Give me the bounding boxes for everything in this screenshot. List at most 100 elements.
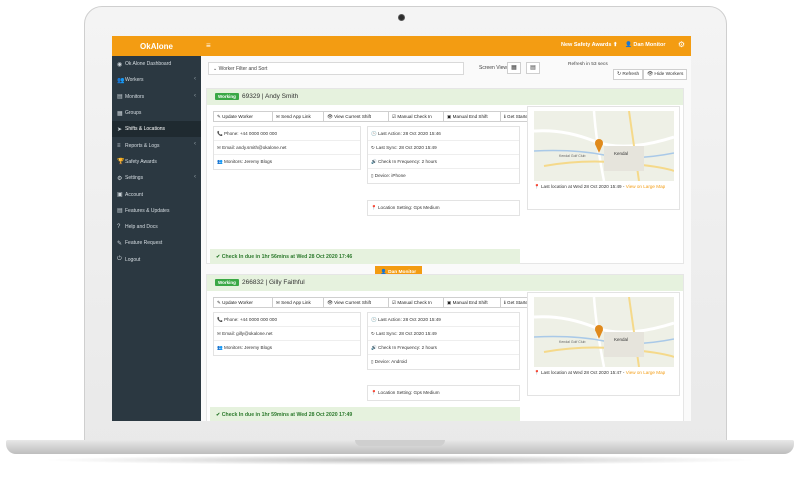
contact-row: 👥 Monitors: Jeremy Blogs (217, 345, 272, 350)
hide-workers-button[interactable]: 👁 Hide Workers (643, 69, 688, 80)
trophy-icon: 🏆 (117, 159, 125, 166)
map-place-label: Kendal (614, 151, 628, 156)
sidebar-item-label: Features & Updates (125, 207, 170, 214)
action-button-0[interactable]: ✎ Update Worker (213, 111, 273, 122)
sidebar-item-monitors[interactable]: ▤ Monitors ‹ (112, 89, 201, 105)
contact-row: 📞 Phone: +44 0000 000 000 (214, 313, 360, 327)
status-row: ▯ Device: Android (371, 359, 407, 364)
sidebar-item-logout[interactable]: ⏻ Logout (112, 252, 201, 268)
sidebar-item-groups[interactable]: ▦ Groups (112, 105, 201, 121)
status-badge: Working (215, 279, 239, 286)
dashboard-icon: ◉ (117, 61, 123, 68)
sidebar-item-help-and-docs[interactable]: ? Help and Docs (112, 219, 201, 235)
view-large-map-link[interactable]: View on Large Map (626, 370, 666, 375)
sidebar-item-settings[interactable]: ⚙ Settings ‹ (112, 170, 201, 186)
sidebar: OkAlone ◉ Ok Alone Dashboard 👥 Workers ‹ ▤ Mon… (112, 36, 201, 421)
features-icon: ▤ (117, 208, 123, 215)
reports-icon: ≡ (117, 142, 121, 149)
safety-awards-link[interactable]: New Safety Awards ⬆ (561, 42, 618, 48)
worker-card: Working 266832 | Gilly Faithful ✎ Update W… (206, 274, 684, 421)
action-button-3[interactable]: ☑ Manual Check In (388, 111, 444, 122)
worker-action-bar: ✎ Update Worker ✉ Send App Link 👁 View Cur… (213, 297, 540, 308)
request-icon: ✎ (117, 240, 123, 247)
sidebar-item-workers[interactable]: 👥 Workers ‹ (112, 72, 201, 88)
sidebar-item-feature-request[interactable]: ✎ Feature Request (112, 235, 201, 251)
users-icon: 👥 (117, 77, 125, 84)
sidebar-item-label: Monitors (125, 93, 145, 100)
gear-icon[interactable]: ⚙ (678, 40, 685, 49)
laptop-notch (355, 440, 445, 446)
app-screen: OkAlone ◉ Ok Alone Dashboard 👥 Workers ‹ ▤ Mon… (112, 36, 691, 421)
contact-row: 📞 Phone: +44 0000 000 000 (214, 127, 360, 141)
menu-toggle-icon[interactable]: ≡ (206, 41, 211, 50)
action-button-2[interactable]: 👁 View Current Shift (323, 297, 389, 308)
action-button-3[interactable]: ☑ Manual Check In (388, 297, 444, 308)
location-map[interactable]: Kendal Kendal Golf Club (534, 297, 674, 367)
sidebar-item-features-updates[interactable]: ▤ Features & Updates (112, 203, 201, 219)
map-caption: 📍 Last location at Wed 28 Oct 2020 15:47… (534, 370, 674, 376)
sidebar-item-label: Reports & Logs (125, 142, 160, 149)
action-button-0[interactable]: ✎ Update Worker (213, 297, 273, 308)
grid-view-button[interactable]: ▦ (507, 62, 521, 74)
status-row: 🔊 Check In Frequency: 2 hours (368, 155, 519, 169)
last-location-text: 📍 Last location at Wed 28 Oct 2020 15:47… (534, 370, 626, 375)
contact-row: 👥 Monitors: Jeremy Blogs (217, 159, 272, 164)
map-graphic: Kendal Kendal Golf Club (534, 111, 674, 181)
status-row: 🔊 Check In Frequency: 2 hours (368, 341, 519, 355)
sidebar-item-shifts-locations[interactable]: ➤ Shifts & Locations (112, 121, 201, 138)
action-button-1[interactable]: ✉ Send App Link (272, 111, 324, 122)
location-setting: 📍 Location Setting: Gps Medium (371, 205, 440, 210)
action-button-4[interactable]: ▣ Manual End Shift (443, 297, 501, 308)
user-menu[interactable]: 👤 Dan Monitor (625, 42, 665, 48)
laptop-mockup: OkAlone ◉ Ok Alone Dashboard 👥 Workers ‹ ▤ Mon… (0, 0, 800, 485)
sidebar-item-reports-logs[interactable]: ≡ Reports & Logs ‹ (112, 137, 201, 153)
status-badge: Working (215, 93, 239, 100)
chevron-left-icon: ‹ (194, 92, 196, 99)
sidebar-item-safety-awards[interactable]: 🏆 Safety Awards (112, 154, 201, 170)
view-large-map-link[interactable]: View on Large Map (626, 184, 666, 189)
chevron-left-icon: ‹ (194, 76, 196, 83)
location-setting-box: 📍 Location Setting: Gps Medium (367, 385, 520, 401)
worker-filter-dropdown[interactable]: ⌄ Worker Filter and Sort (208, 62, 464, 75)
action-button-4[interactable]: ▣ Manual End Shift (443, 111, 501, 122)
sidebar-item-label: Account (125, 191, 144, 198)
status-row: 🕓 Last Action: 28 Oct 2020 15:46 (368, 127, 519, 141)
worker-card-header: Working 266832 | Gilly Faithful (207, 275, 683, 291)
gear-icon: ⚙ (117, 175, 123, 182)
help-icon: ? (117, 224, 121, 231)
location-map[interactable]: Kendal Kendal Golf Club (534, 111, 674, 181)
account-icon: ▣ (117, 192, 123, 199)
sidebar-item-label: Safety Awards (125, 158, 157, 165)
laptop-shadow (40, 455, 760, 465)
sidebar-item-ok-alone-dashboard[interactable]: ◉ Ok Alone Dashboard (112, 56, 201, 72)
sidebar-item-label: Feature Request (125, 240, 163, 247)
map-place-label: Kendal Golf Club (559, 154, 586, 158)
action-button-1[interactable]: ✉ Send App Link (272, 297, 324, 308)
sidebar-item-account[interactable]: ▣ Account (112, 186, 201, 202)
status-row: ▯ Device: iPhone (371, 173, 406, 178)
status-row: 🕓 Last Action: 28 Oct 2020 15:49 (368, 313, 519, 327)
action-button-2[interactable]: 👁 View Current Shift (323, 111, 389, 122)
camera-icon (398, 14, 405, 21)
sidebar-item-label: Settings (125, 175, 144, 182)
contact-row: ✉ Email: gilly@okalone.net (214, 327, 360, 341)
sidebar-nav: ◉ Ok Alone Dashboard 👥 Workers ‹ ▤ Monitors ‹ ▦ G… (112, 56, 201, 268)
status-info-box: 🕓 Last Action: 28 Oct 2020 15:49 ↻ Last S… (367, 312, 520, 370)
map-place-label: Kendal (614, 337, 628, 342)
worker-name[interactable]: 69329 | Andy Smith (242, 93, 298, 100)
status-row: ↻ Last Sync: 28 Oct 2020 15:49 (368, 327, 519, 341)
brand-logo[interactable]: OkAlone (112, 36, 201, 56)
refresh-countdown: Refresh in 53 secs (568, 62, 608, 67)
list-view-button[interactable]: ▤ (526, 62, 540, 74)
toolbar: ⌄ Worker Filter and Sort Screen View ▦ ▤… (206, 62, 688, 80)
screen-view-label: Screen View (479, 65, 507, 71)
status-info-box: 🕓 Last Action: 28 Oct 2020 15:46 ↻ Last S… (367, 126, 520, 184)
worker-name[interactable]: 266832 | Gilly Faithful (242, 279, 305, 286)
status-row: ↻ Last Sync: 28 Oct 2020 15:49 (368, 141, 519, 155)
sidebar-item-label: Workers (125, 77, 144, 84)
map-place-label: Kendal Golf Club (559, 340, 586, 344)
map-graphic: Kendal Kendal Golf Club (534, 297, 674, 367)
refresh-button[interactable]: ↻ Refresh (613, 69, 644, 80)
location-setting: 📍 Location Setting: Gps Medium (371, 390, 440, 395)
sidebar-item-label: Ok Alone Dashboard (125, 61, 172, 68)
